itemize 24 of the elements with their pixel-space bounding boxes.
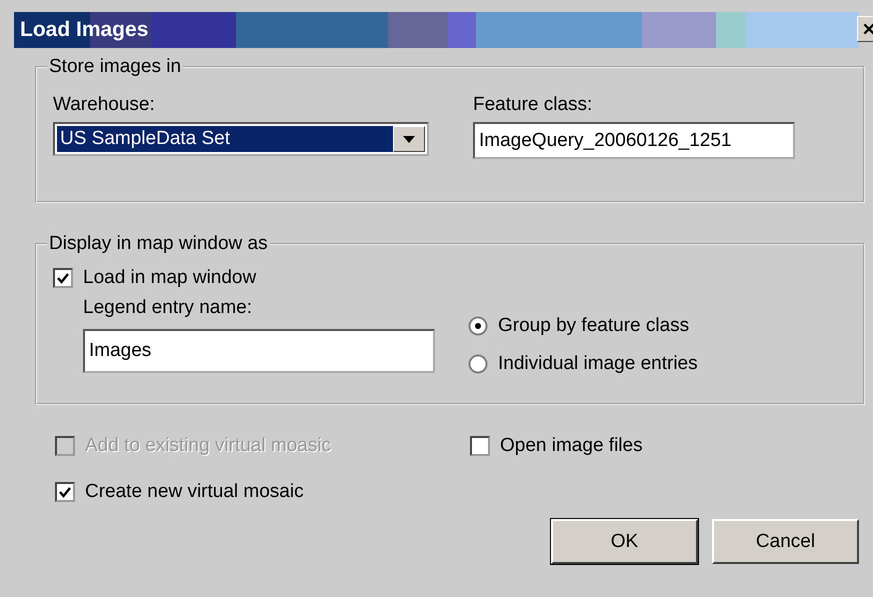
checkbox[interactable] bbox=[470, 436, 490, 456]
group-title: Display in map window as bbox=[48, 233, 269, 255]
field-label: Warehouse: bbox=[53, 94, 156, 116]
check-icon bbox=[59, 486, 71, 498]
warehouse-dropdown[interactable]: US SampleData Set bbox=[53, 122, 429, 156]
field-label: Feature class: bbox=[473, 94, 594, 116]
legend-name-field[interactable]: Images bbox=[83, 329, 435, 373]
field-label: Legend entry name: bbox=[83, 297, 254, 319]
checkbox[interactable] bbox=[55, 482, 75, 502]
feature-class-field[interactable]: ImageQuery_20060126_1251 bbox=[473, 122, 795, 159]
checkbox-label[interactable]: Open image files bbox=[500, 435, 643, 457]
check-icon bbox=[57, 272, 69, 284]
ok-button[interactable]: OK bbox=[551, 519, 698, 564]
window-title: Load Images bbox=[19, 18, 148, 42]
radio-button[interactable] bbox=[468, 316, 488, 336]
dropdown-arrow-icon bbox=[403, 136, 415, 142]
checkbox-label[interactable]: Load in map window bbox=[83, 267, 256, 289]
group-title: Store images in bbox=[48, 56, 182, 78]
checkbox-label[interactable]: Create new virtual mosaic bbox=[85, 481, 304, 503]
checkbox[interactable] bbox=[53, 268, 73, 288]
radio-label[interactable]: Individual image entries bbox=[498, 353, 698, 375]
radio-button[interactable] bbox=[468, 354, 488, 374]
radio-label[interactable]: Group by feature class bbox=[498, 315, 690, 337]
cancel-button[interactable]: Cancel bbox=[712, 519, 859, 564]
